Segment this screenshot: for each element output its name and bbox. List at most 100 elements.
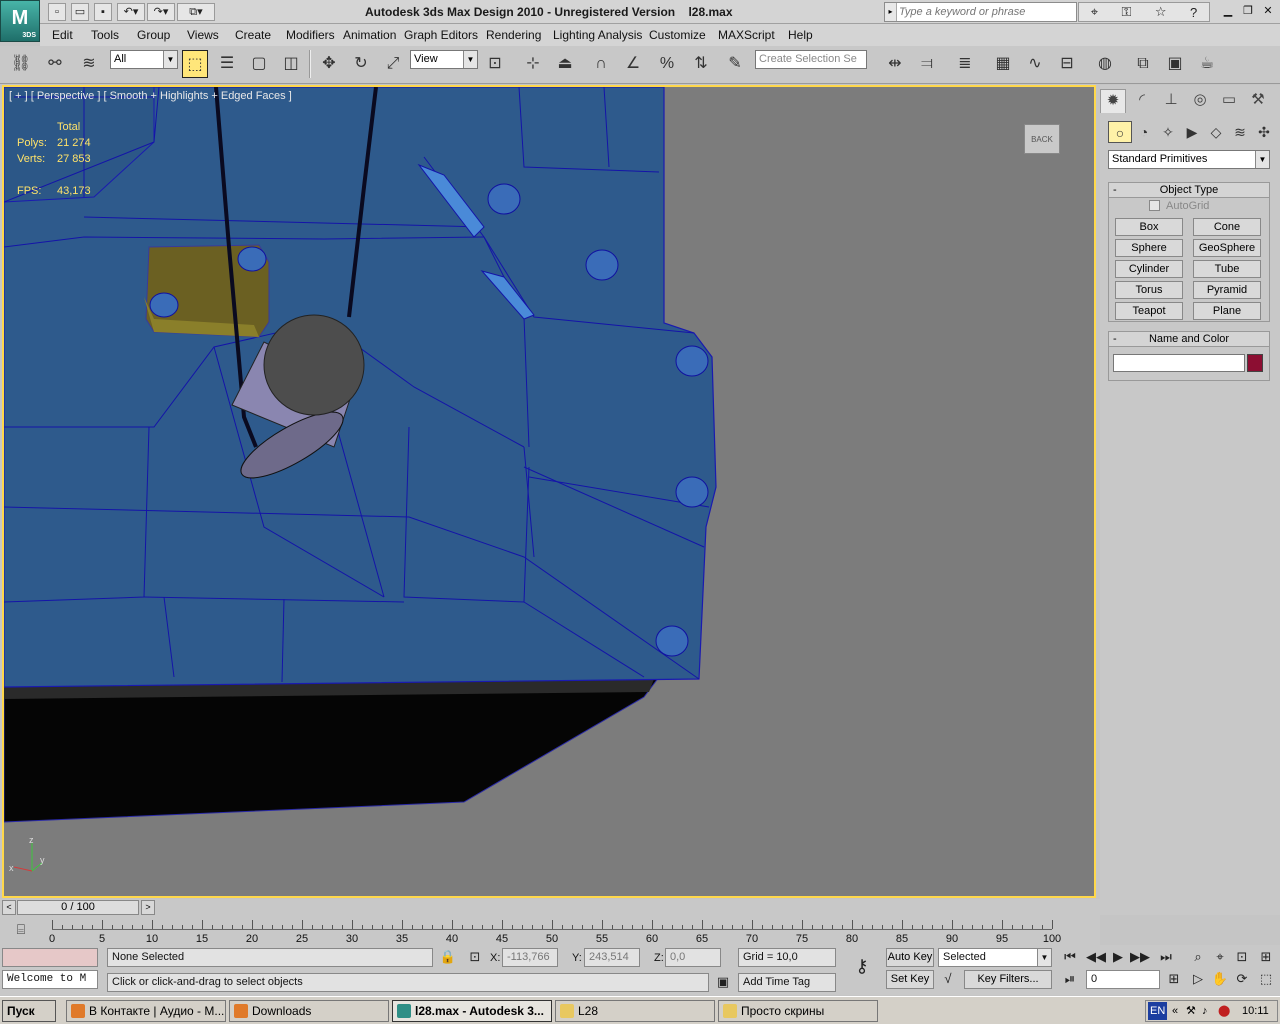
binoculars-icon[interactable]: ⌖ xyxy=(1091,4,1098,20)
infocenter-search[interactable]: ▸ xyxy=(884,2,1077,22)
menu-customize[interactable]: Customize xyxy=(649,28,706,42)
menu-animation[interactable]: Animation xyxy=(343,28,396,42)
open-file-icon[interactable]: ▭ xyxy=(71,3,89,21)
menu-edit[interactable]: Edit xyxy=(52,28,73,42)
menu-tools[interactable]: Tools xyxy=(91,28,119,42)
curve-editor-icon[interactable]: ∿ xyxy=(1022,50,1048,78)
select-object-icon[interactable]: ⬚ xyxy=(182,50,208,78)
language-indicator[interactable]: EN xyxy=(1148,1002,1168,1020)
project-folder-icon[interactable]: ⧉▾ xyxy=(177,3,215,21)
tube-button[interactable]: Tube xyxy=(1193,260,1261,278)
menu-modifiers[interactable]: Modifiers xyxy=(286,28,335,42)
z-coordinate-field[interactable]: 0,0 xyxy=(665,948,721,967)
move-icon[interactable]: ✥ xyxy=(316,50,342,78)
play-icon[interactable]: ▶ xyxy=(1108,948,1128,967)
viewcube[interactable]: BACK xyxy=(1024,124,1060,154)
lights-icon[interactable]: ✧ xyxy=(1156,121,1180,143)
plane-button[interactable]: Plane xyxy=(1193,302,1261,320)
menu-views[interactable]: Views xyxy=(187,28,219,42)
motion-tab-icon[interactable]: ◎ xyxy=(1187,89,1213,113)
taskbar-item-folder-screens[interactable]: Просто скрины xyxy=(718,1000,878,1022)
zoom-icon[interactable]: ⌕ xyxy=(1188,948,1208,967)
next-frame-icon[interactable]: > xyxy=(141,900,155,915)
select-by-name-icon[interactable]: ☰ xyxy=(214,50,240,78)
y-coordinate-field[interactable]: 243,514 xyxy=(584,948,640,967)
current-frame-field[interactable]: 0 xyxy=(1086,970,1160,989)
spacewarps-icon[interactable]: ≋ xyxy=(1228,121,1252,143)
torus-button[interactable]: Torus xyxy=(1115,281,1183,299)
autogrid-checkbox[interactable]: AutoGrid xyxy=(1149,200,1209,212)
auto-key-button[interactable]: Auto Key xyxy=(886,948,934,967)
application-menu-button[interactable]: M 3DS xyxy=(0,0,40,42)
align-icon[interactable]: ⫤ xyxy=(914,50,940,78)
scale-icon[interactable]: ⤢ xyxy=(380,50,406,78)
teapot-button[interactable]: Teapot xyxy=(1115,302,1183,320)
key-tangent-icon[interactable]: √ xyxy=(938,970,958,989)
new-file-icon[interactable]: ▫ xyxy=(48,3,66,21)
rectangular-selection-icon[interactable]: ▢ xyxy=(246,50,272,78)
field-of-view-icon[interactable]: ▷ xyxy=(1188,970,1208,989)
layer-manager-icon[interactable]: ≣ xyxy=(952,50,978,78)
menu-maxscript[interactable]: MAXScript xyxy=(718,28,775,42)
window-crossing-icon[interactable]: ◫ xyxy=(278,50,304,78)
mirror-icon[interactable]: ⇹ xyxy=(882,50,908,78)
cylinder-button[interactable]: Cylinder xyxy=(1115,260,1183,278)
zoom-extents-icon[interactable]: ⊡ xyxy=(1232,948,1252,967)
key-filters-button[interactable]: Key Filters... xyxy=(964,970,1052,989)
geosphere-button[interactable]: GeoSphere xyxy=(1193,239,1261,257)
unlink-icon[interactable]: ⚯ xyxy=(42,50,68,78)
key-mode-toggle-icon[interactable]: ⏯ xyxy=(1060,970,1080,989)
systems-icon[interactable]: ✣ xyxy=(1252,121,1276,143)
render-setup-icon[interactable]: ⧉ xyxy=(1130,50,1156,78)
select-manipulate-icon[interactable]: ⊹ xyxy=(520,50,546,78)
pivot-center-icon[interactable]: ⊡ xyxy=(482,50,508,78)
time-configuration-icon[interactable]: ⊞ xyxy=(1164,970,1184,989)
menu-group[interactable]: Group xyxy=(137,28,170,42)
graphite-modeling-icon[interactable]: ▦ xyxy=(990,50,1016,78)
taskbar-item-browser-vk[interactable]: В Контакте | Аудио - М... xyxy=(66,1000,226,1022)
track-bar[interactable]: ⌸ 0 5 10 15 20 25 30 35 40 45 50 55 60 65 70 75 80 85 90 95… xyxy=(0,917,1100,945)
schematic-view-icon[interactable]: ⊟ xyxy=(1054,50,1080,78)
display-tab-icon[interactable]: ▭ xyxy=(1216,89,1242,113)
viewport-label[interactable]: [ + ] [ Perspective ] [ Smooth + Highlig… xyxy=(9,90,292,102)
utilities-tab-icon[interactable]: ⚒ xyxy=(1245,89,1271,113)
bind-spacewarp-icon[interactable]: ≋ xyxy=(76,50,102,78)
antivirus-icon[interactable]: ⬤ xyxy=(1218,1001,1230,1021)
mini-curve-editor-icon[interactable]: ⌸ xyxy=(8,921,34,941)
time-slider-thumb[interactable]: 0 / 100 xyxy=(17,900,139,915)
link-icon[interactable]: ⛓ xyxy=(8,50,34,78)
star-icon[interactable]: ☆ xyxy=(1155,4,1167,20)
next-key-icon[interactable]: ▶▶ xyxy=(1130,948,1150,967)
x-coordinate-field[interactable]: -113,766 xyxy=(502,948,558,967)
geometry-icon[interactable]: ○ xyxy=(1108,121,1132,143)
zoom-extents-all-icon[interactable]: ⊞ xyxy=(1256,948,1276,967)
rotate-icon[interactable]: ↻ xyxy=(348,50,374,78)
volume-icon[interactable]: ♪ xyxy=(1202,1001,1208,1021)
tray-tool-icon[interactable]: ⚒ xyxy=(1186,1001,1196,1021)
name-color-rollout-header[interactable]: - Name and Color xyxy=(1108,331,1270,347)
maximize-viewport-icon[interactable]: ⬚ xyxy=(1256,970,1276,989)
percent-snap-icon[interactable]: % xyxy=(654,50,680,78)
cameras-icon[interactable]: ▶ xyxy=(1180,121,1204,143)
shapes-icon[interactable]: ◔ xyxy=(1132,121,1156,143)
taskbar-item-3dsmax[interactable]: l28.max - Autodesk 3... xyxy=(392,1000,552,1022)
key-mode-dropdown[interactable]: Selected ▼ xyxy=(938,948,1052,967)
material-editor-icon[interactable]: ◍ xyxy=(1092,50,1118,78)
time-tag-icon[interactable]: ▣ xyxy=(713,973,733,992)
set-key-button[interactable]: Set Key xyxy=(886,970,934,989)
pan-icon[interactable]: ✋ xyxy=(1210,970,1230,989)
absolute-mode-icon[interactable]: ⊡ xyxy=(465,948,485,967)
menu-create[interactable]: Create xyxy=(235,28,271,42)
named-selection-sets-field[interactable]: Create Selection Se xyxy=(755,50,867,69)
perspective-viewport[interactable]: [ + ] [ Perspective ] [ Smooth + Highlig… xyxy=(2,85,1096,898)
close-icon[interactable]: ✕ xyxy=(1260,4,1276,20)
menu-lighting-analysis[interactable]: Lighting Analysis xyxy=(553,28,642,42)
key-icon[interactable]: ⚿ xyxy=(1122,4,1132,20)
search-expand-icon[interactable]: ▸ xyxy=(885,3,897,21)
minimize-icon[interactable]: ▁ xyxy=(1220,4,1236,20)
angle-snap-icon[interactable]: ∠ xyxy=(620,50,646,78)
set-key-large-icon[interactable]: ⚷ xyxy=(848,957,876,976)
tray-expand-icon[interactable]: « xyxy=(1172,1001,1178,1021)
maxscript-mini-listener-top[interactable] xyxy=(2,948,98,967)
modify-tab-icon[interactable]: ◜ xyxy=(1129,89,1155,113)
